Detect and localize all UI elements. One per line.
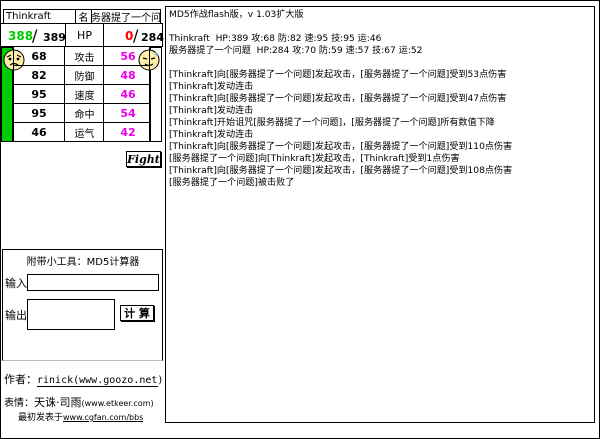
log-line: Thinkraft HP:389 攻:68 防:82 速:95 技:95 运:4… [169, 34, 382, 44]
stat-row: 68 攻击 56 [13, 46, 150, 66]
stat-row: 46 运气 42 [13, 122, 150, 142]
author-line: 作者：rinick(www.goozo.net) [4, 371, 163, 387]
p2-stat-value: 42 [120, 125, 136, 139]
emote-value: 天诛·司雨 [34, 396, 82, 409]
author-divider [37, 386, 158, 387]
name-label: 名 [75, 9, 92, 24]
stat-row: 95 速度 46 [13, 84, 150, 104]
log-line: [Thinkraft]开始诅咒[服务器提了一个问题]，[服务器提了一个问题]所有… [169, 118, 495, 128]
log-line: [Thinkraft]向[服务器提了一个问题]发起攻击，[服务器提了一个问题]受… [169, 70, 507, 80]
log-line: [Thinkraft]发动连击 [169, 82, 254, 92]
p1-stat-value: 95 [14, 85, 65, 103]
hp-slash-2: / [133, 26, 139, 45]
stat-label: 命中 [66, 104, 104, 122]
calculate-button[interactable]: 计 算 [120, 305, 154, 321]
stat-label: 速度 [66, 85, 104, 103]
first-published-line: 最初发表于www.cgfan.com/bbs [18, 410, 143, 423]
p1-stat-value: 68 [14, 47, 65, 65]
log-line: [Thinkraft]向[服务器提了一个问题]发起攻击，[服务器提了一个问题]受… [169, 166, 513, 176]
first-pub-link[interactable]: www.cgfan.com/bbs [63, 413, 143, 422]
emote-label: 表情： [4, 398, 34, 409]
emote-line: 表情：天诛·司雨(www.etkeer.com) [4, 394, 154, 410]
player2-name: 服务器提了一个问题 [91, 9, 161, 24]
tool-title: 附带小工具：MD5计算器 [26, 257, 140, 268]
hp-label: HP [77, 28, 92, 42]
player1-name: Thinkraft [3, 9, 76, 24]
p2-stat-value: 48 [120, 68, 136, 82]
author-label: 作者： [4, 373, 37, 386]
battle-log: MD5作战flash版，v 1.03扩大版 Thinkraft HP:389 攻:… [169, 9, 582, 189]
log-line: [Thinkraft]向[服务器提了一个问题]发起攻击，[服务器提了一个问题]受… [169, 94, 507, 104]
p1-stat-value: 82 [14, 66, 65, 84]
p1-hp-current: 388 [8, 29, 34, 43]
md5-input-field[interactable] [27, 274, 159, 291]
p2-stat-value: 54 [120, 106, 136, 120]
stat-row: 82 防御 48 [13, 65, 150, 85]
fight-button[interactable]: Fight [126, 151, 161, 167]
p1-stat-value: 46 [14, 123, 65, 141]
emote-link[interactable]: (www.etkeer.com) [82, 399, 154, 408]
log-scrollbar[interactable] [585, 6, 595, 423]
stat-label: 运气 [66, 123, 104, 141]
battle-log-panel[interactable]: MD5作战flash版，v 1.03扩大版 Thinkraft HP:389 攻:… [165, 6, 586, 423]
log-line: MD5作战flash版，v 1.03扩大版 [169, 10, 304, 20]
hp-slash-1: / [32, 26, 38, 45]
log-line: [服务器提了一个问题]被击败了 [169, 178, 295, 188]
stat-row: 95 命中 54 [13, 103, 150, 123]
md5-output-field[interactable] [27, 299, 115, 330]
log-line: [服务器提了一个问题]向[Thinkraft]发起攻击，[Thinkraft]受… [169, 154, 460, 164]
author-link[interactable]: rinick(www.goozo.net) [37, 375, 163, 386]
log-line: [Thinkraft]向[服务器提了一个问题]发起攻击，[服务器提了一个问题]受… [169, 142, 513, 152]
stat-label: 防御 [66, 66, 104, 84]
p2-hp-max: 284 [141, 31, 164, 44]
p2-stat-value: 56 [120, 49, 136, 63]
input-label: 输入 [5, 277, 27, 290]
output-label: 输出 [5, 309, 27, 322]
stat-label: 攻击 [66, 47, 104, 65]
log-line: 服务器提了一个问题 HP:284 攻:70 防:59 速:57 技:67 运:5… [169, 46, 423, 56]
log-line: [Thinkraft]发动连击 [169, 130, 254, 140]
p1-hp-max: 389 [43, 31, 66, 44]
first-pub-label: 最初发表于 [18, 413, 64, 423]
p2-stat-value: 46 [120, 87, 136, 101]
p1-stat-value: 95 [14, 104, 65, 122]
log-line: [Thinkraft]发动连击 [169, 106, 254, 116]
